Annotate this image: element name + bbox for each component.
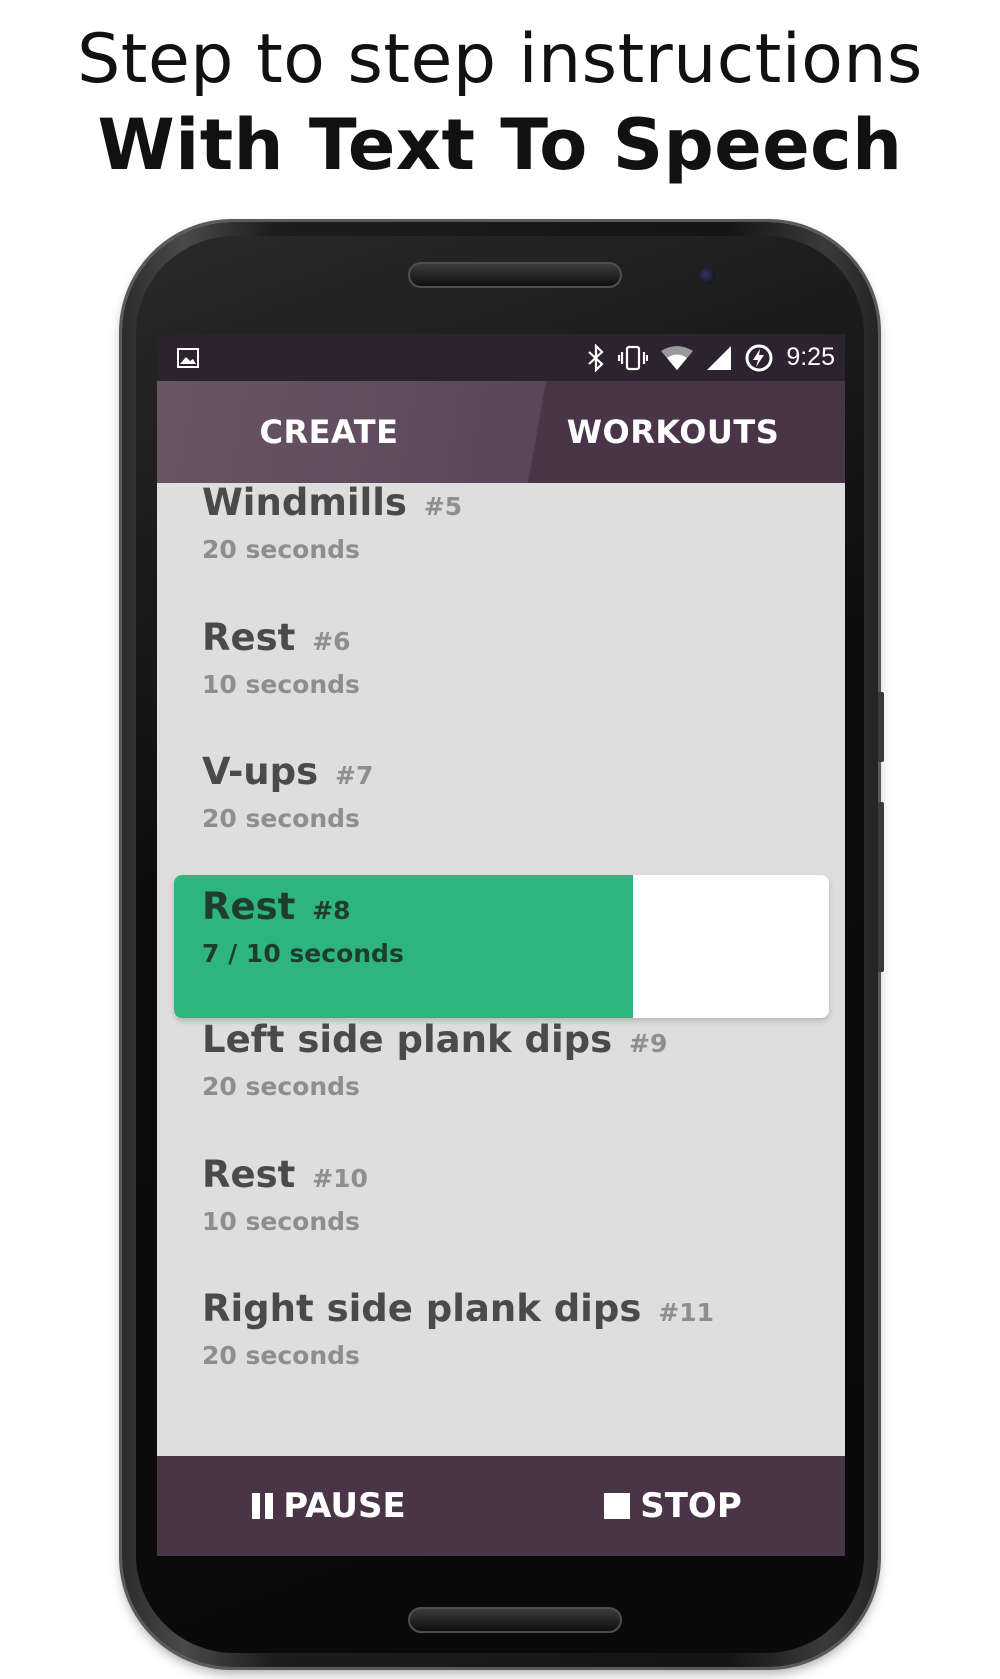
- pause-icon: [252, 1493, 274, 1519]
- tab-create[interactable]: CREATE: [157, 381, 501, 483]
- power-button: [878, 692, 884, 762]
- item-duration: 20 seconds: [202, 804, 360, 833]
- item-number: #11: [658, 1298, 715, 1327]
- earpiece-speaker: [408, 262, 622, 288]
- volume-button: [878, 802, 884, 972]
- list-item[interactable]: Windmills #5 20 seconds: [157, 471, 845, 615]
- tab-workouts[interactable]: WORKOUTS: [501, 381, 845, 483]
- item-duration: 10 seconds: [202, 670, 360, 699]
- status-time: 9:25: [786, 343, 835, 371]
- stop-icon: [604, 1493, 631, 1519]
- item-title-text: Rest: [202, 616, 296, 659]
- item-title-text: Left side plank dips: [202, 1018, 613, 1061]
- item-duration: 20 seconds: [202, 1072, 360, 1101]
- headline-line2: With Text To Speech: [97, 104, 903, 186]
- item-number: #8: [312, 896, 351, 925]
- tab-bar: CREATE WORKOUTS: [157, 381, 845, 483]
- list-item[interactable]: Right side plank dips #11 20 seconds: [157, 1277, 845, 1421]
- app-screen: 9:25 CREATE WORKOUTS Windmills #5 20 sec…: [157, 334, 845, 1556]
- status-bar: 9:25: [157, 334, 845, 381]
- pause-button[interactable]: PAUSE: [157, 1456, 501, 1556]
- image-icon: [177, 347, 199, 368]
- item-title: Left side plank dips #9: [202, 1018, 667, 1061]
- item-duration: 20 seconds: [202, 535, 360, 564]
- stop-button[interactable]: STOP: [501, 1456, 845, 1556]
- battery-charging-icon: [745, 344, 773, 371]
- item-title-text: V-ups: [202, 750, 319, 793]
- item-title: V-ups #7: [202, 750, 373, 793]
- item-number: #5: [423, 492, 463, 521]
- item-duration: 20 seconds: [202, 1341, 360, 1370]
- item-title: Rest #10: [202, 1153, 368, 1196]
- item-progress-text: 7 / 10 seconds: [202, 939, 404, 968]
- pause-label: PAUSE: [283, 1486, 406, 1526]
- item-number: #7: [335, 761, 374, 790]
- item-title: Rest #6: [202, 616, 351, 659]
- bluetooth-icon: [588, 343, 604, 372]
- item-number: #10: [312, 1164, 368, 1193]
- wifi-icon: [661, 345, 694, 370]
- list-item[interactable]: Left side plank dips #9 20 seconds: [157, 1008, 845, 1152]
- vibrate-icon: [618, 345, 649, 370]
- item-title-text: Rest: [202, 885, 296, 928]
- exercise-list: Windmills #5 20 seconds Rest #6 10 secon…: [157, 481, 845, 1456]
- item-title: Windmills #5: [202, 481, 462, 524]
- item-title-text: Right side plank dips: [202, 1287, 642, 1330]
- item-title-text: Rest: [202, 1153, 296, 1196]
- item-title: Rest #8: [202, 885, 351, 928]
- item-title: Right side plank dips #11: [202, 1287, 714, 1330]
- list-item[interactable]: Rest #10 10 seconds: [157, 1143, 845, 1287]
- signal-icon: [707, 345, 732, 370]
- front-camera: [699, 268, 715, 284]
- item-number: #9: [629, 1029, 668, 1058]
- list-item[interactable]: V-ups #7 20 seconds: [157, 740, 845, 884]
- headline-line1: Step to step instructions: [77, 20, 923, 99]
- active-list-item[interactable]: Rest #8 7 / 10 seconds: [174, 875, 829, 1018]
- item-title-text: Windmills: [202, 481, 407, 524]
- list-item[interactable]: Rest #6 10 seconds: [157, 606, 845, 750]
- control-bar: PAUSE STOP: [157, 1456, 845, 1556]
- stop-label: STOP: [640, 1486, 742, 1526]
- bottom-speaker: [408, 1607, 622, 1633]
- item-duration: 10 seconds: [202, 1207, 360, 1236]
- item-number: #6: [312, 627, 351, 656]
